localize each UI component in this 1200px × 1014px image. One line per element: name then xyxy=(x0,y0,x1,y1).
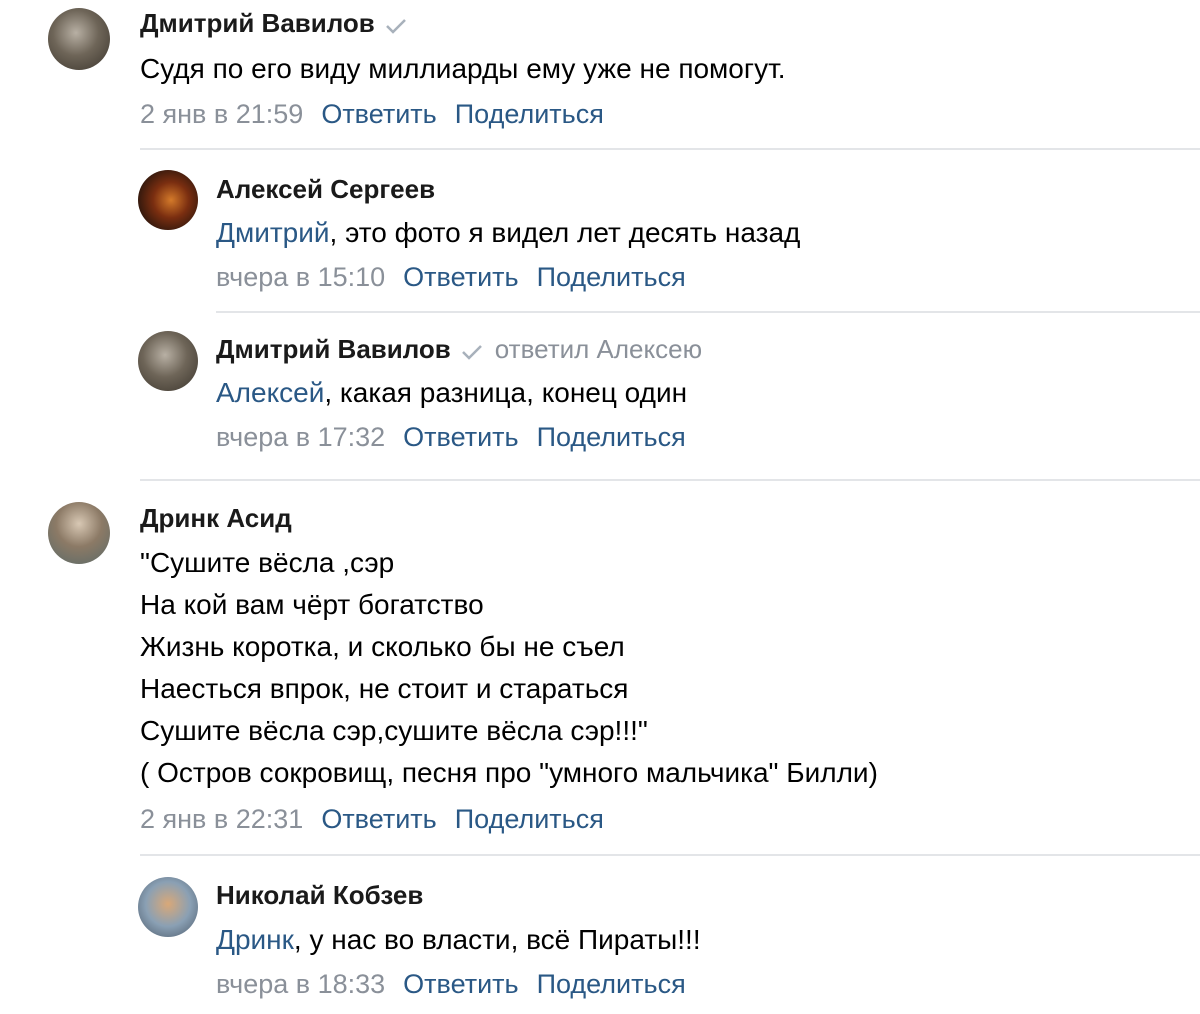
comment-text: Алексей, какая разница, конец один xyxy=(216,372,687,414)
author-name[interactable]: Николай Кобзев xyxy=(216,880,423,910)
comment-date: вчера в 18:33 xyxy=(216,969,386,999)
reply-button[interactable]: Ответить xyxy=(403,262,518,292)
mention-link[interactable]: Дринк xyxy=(216,924,294,955)
comment-meta: вчера в 17:32 Ответить Поделиться xyxy=(216,421,686,453)
divider xyxy=(140,854,1200,856)
comment-text-rest: , какая разница, конец один xyxy=(324,377,688,408)
share-button[interactable]: Поделиться xyxy=(537,262,686,292)
avatar[interactable] xyxy=(48,502,110,564)
share-button[interactable]: Поделиться xyxy=(537,422,686,452)
comment-text-line: Сушите вёсла сэр,сушите вёсла сэр!!!" xyxy=(140,715,648,746)
reply-button[interactable]: Ответить xyxy=(403,969,518,999)
author-name[interactable]: Дмитрий Вавилов xyxy=(140,8,407,40)
comment-text-line: На кой вам чёрт богатство xyxy=(140,589,484,620)
comment-text: Судя по его виду миллиарды ему уже не по… xyxy=(140,53,786,84)
comment-meta: вчера в 15:10 Ответить Поделиться xyxy=(216,261,686,293)
comment-date: вчера в 15:10 xyxy=(216,262,386,292)
author-name[interactable]: Дринк Асид xyxy=(140,503,292,533)
avatar[interactable] xyxy=(138,331,198,391)
avatar[interactable] xyxy=(48,8,110,70)
reply-button[interactable]: Ответить xyxy=(321,804,436,834)
share-button[interactable]: Поделиться xyxy=(455,804,604,834)
divider xyxy=(140,479,1200,481)
divider xyxy=(216,311,1200,313)
comment-meta: вчера в 18:33 Ответить Поделиться xyxy=(216,968,686,1000)
reply-button[interactable]: Ответить xyxy=(403,422,518,452)
reply-button[interactable]: Ответить xyxy=(321,99,436,129)
comment-text-line: ( Остров сокровищ, песня про "умного мал… xyxy=(140,757,878,788)
comment-text: Дмитрий, это фото я видел лет десять наз… xyxy=(216,212,800,254)
reply-to-label[interactable]: ответил Алексею xyxy=(495,334,702,364)
comment-date: 2 янв в 22:31 xyxy=(140,804,304,834)
comment-date: вчера в 17:32 xyxy=(216,422,386,452)
mention-link[interactable]: Алексей xyxy=(216,377,324,408)
comment-text-line: Жизнь коротка, и сколько бы не съел xyxy=(140,631,625,662)
author-name-text[interactable]: Дмитрий Вавилов xyxy=(140,8,375,38)
avatar[interactable] xyxy=(138,170,198,230)
author-name[interactable]: Алексей Сергеев xyxy=(216,174,435,204)
mention-link[interactable]: Дмитрий xyxy=(216,217,330,248)
comment-text-rest: , у нас во власти, всё Пираты!!! xyxy=(293,924,701,955)
author-name: Дмитрий Вавилов ответил Алексею xyxy=(216,334,702,366)
avatar[interactable] xyxy=(138,877,198,937)
share-button[interactable]: Поделиться xyxy=(537,969,686,999)
share-button[interactable]: Поделиться xyxy=(455,99,604,129)
comment-text-rest: , это фото я видел лет десять назад xyxy=(329,217,801,248)
author-name-text[interactable]: Дмитрий Вавилов xyxy=(216,334,451,364)
verified-check-icon xyxy=(385,10,407,40)
comment-date: 2 янв в 21:59 xyxy=(140,99,304,129)
comment-text: Дринк, у нас во власти, всё Пираты!!! xyxy=(216,919,701,961)
comment-meta: 2 янв в 21:59 Ответить Поделиться xyxy=(140,98,604,130)
comment-text-line: Наесться впрок, не стоит и стараться xyxy=(140,673,629,704)
divider xyxy=(140,148,1200,150)
comment-text-line: "Сушите вёсла ,сэр xyxy=(140,547,395,578)
verified-check-icon xyxy=(461,336,483,366)
comment-meta: 2 янв в 22:31 Ответить Поделиться xyxy=(140,803,604,835)
